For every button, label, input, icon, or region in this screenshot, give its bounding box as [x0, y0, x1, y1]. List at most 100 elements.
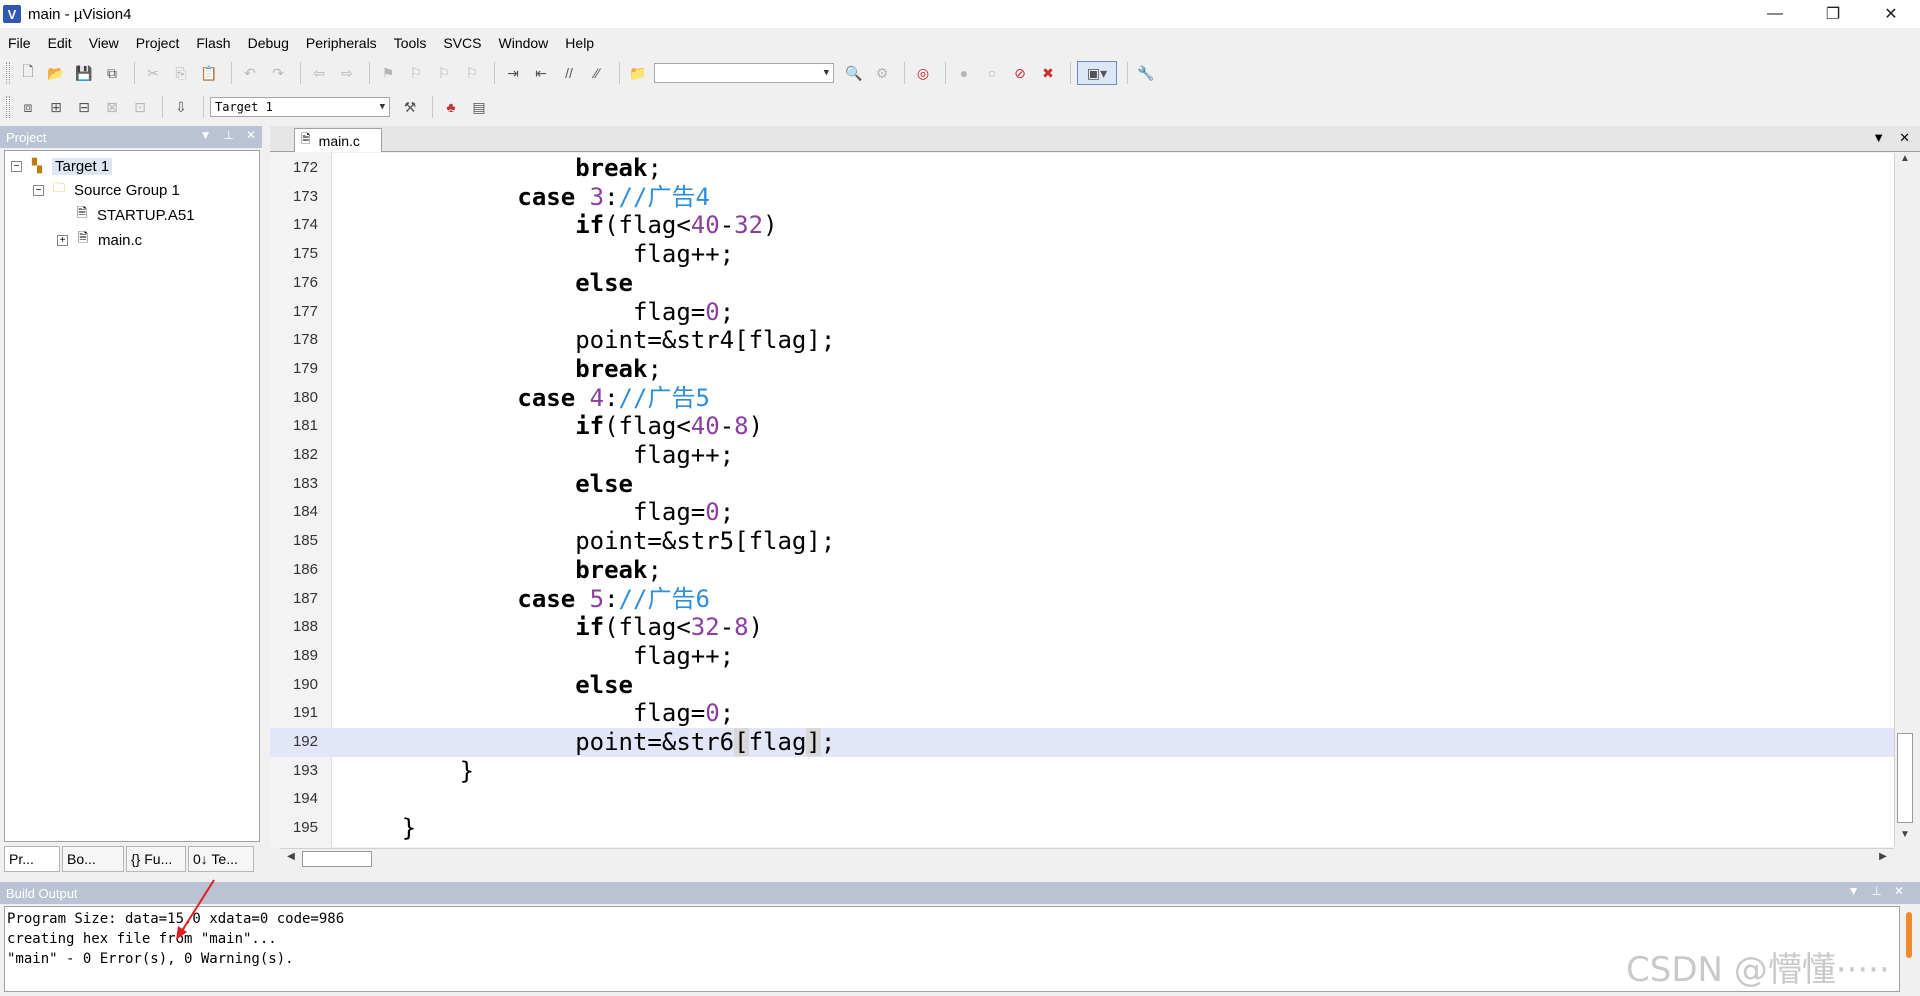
menu-view[interactable]: View — [89, 35, 119, 51]
prev-bookmark-icon[interactable]: ⚐ — [404, 61, 428, 85]
tree-item-target[interactable]: − ▚ Target 1 — [11, 155, 113, 177]
code-line[interactable]: 192 point=&str6[flag]; — [270, 728, 1894, 757]
code-line[interactable]: 174 if(flag<40-32) — [270, 211, 1894, 240]
chevron-down-icon[interactable]: ▼ — [380, 102, 385, 112]
close-icon[interactable]: ✕ — [1894, 884, 1904, 898]
window-layout-icon[interactable]: ▣▾ — [1077, 61, 1117, 85]
insert-breakpoint-icon[interactable]: ● — [952, 61, 976, 85]
tree-item-file[interactable]: + 🗎 main.c — [57, 229, 142, 251]
save-icon[interactable]: 💾 — [72, 61, 96, 85]
build-output-pane[interactable]: Program Size: data=15.0 xdata=0 code=986… — [4, 906, 1900, 992]
insert-bookmark-icon[interactable]: ⚑ — [376, 61, 400, 85]
tab-list-icon[interactable]: ▼ — [1872, 130, 1885, 146]
menu-tools[interactable]: Tools — [394, 35, 427, 51]
navigate-forward-icon[interactable]: ⇨ — [335, 61, 359, 85]
open-file-icon[interactable]: 📂 — [44, 61, 68, 85]
scroll-up-icon[interactable]: ▲ — [1895, 153, 1915, 171]
toolbar-grip[interactable] — [6, 96, 10, 118]
code-line[interactable]: 183 else — [270, 470, 1894, 499]
restore-button[interactable]: ❐ — [1804, 0, 1862, 28]
target-options-icon[interactable]: ⚒ — [398, 95, 422, 119]
tab-templates[interactable]: 0↓ Te... — [188, 846, 254, 872]
navigate-back-icon[interactable]: ⇦ — [307, 61, 331, 85]
incremental-find-icon[interactable]: ⚙ — [870, 61, 894, 85]
code-line[interactable]: 178 point=&str4[flag]; — [270, 326, 1894, 355]
new-file-icon[interactable]: 🗋 — [16, 61, 40, 85]
close-icon[interactable]: ✕ — [1899, 130, 1910, 146]
cut-icon[interactable]: ✂ — [141, 61, 165, 85]
disable-all-breakpoints-icon[interactable]: ⊘ — [1008, 61, 1032, 85]
code-line[interactable]: 181 if(flag<40-8) — [270, 412, 1894, 441]
code-line[interactable]: 177 flag=0; — [270, 298, 1894, 327]
undo-icon[interactable]: ↶ — [238, 61, 262, 85]
code-line[interactable]: 185 point=&str5[flag]; — [270, 527, 1894, 556]
debug-session-icon[interactable]: ◎ — [911, 61, 935, 85]
batch-build-icon[interactable]: ⊠ — [100, 95, 124, 119]
tree-item-source-group[interactable]: − 🗀 Source Group 1 — [33, 179, 180, 201]
close-button[interactable]: ✕ — [1862, 0, 1920, 28]
configure-icon[interactable]: 🔧 — [1134, 61, 1158, 85]
find-icon[interactable]: 🔍 — [842, 61, 866, 85]
target-select[interactable]: Target 1 ▼ — [210, 97, 390, 117]
menu-debug[interactable]: Debug — [248, 35, 289, 51]
paste-icon[interactable]: 📋 — [197, 61, 221, 85]
scroll-down-icon[interactable]: ▼ — [1895, 829, 1915, 847]
code-line[interactable]: 189 flag++; — [270, 642, 1894, 671]
uncomment-icon[interactable]: ⁄⁄ — [585, 61, 609, 85]
build-icon[interactable]: ⊞ — [44, 95, 68, 119]
collapse-toggle-icon[interactable]: − — [11, 160, 22, 172]
tab-books[interactable]: Bo... — [62, 846, 124, 872]
manage-components-icon[interactable]: ♣ — [439, 95, 463, 119]
menu-file[interactable]: File — [8, 35, 31, 51]
code-line[interactable]: 180 case 4://广告5 — [270, 384, 1894, 413]
find-in-files-icon[interactable]: 📁 — [626, 61, 650, 85]
code-line[interactable]: 187 case 5://广告6 — [270, 585, 1894, 614]
menu-help[interactable]: Help — [565, 35, 594, 51]
menu-peripherals[interactable]: Peripherals — [306, 35, 377, 51]
next-bookmark-icon[interactable]: ⚐ — [432, 61, 456, 85]
tab-project[interactable]: Pr... — [4, 846, 60, 872]
code-line[interactable]: 193 } — [270, 757, 1894, 786]
scroll-thumb[interactable] — [302, 851, 372, 867]
panel-menu-icon[interactable]: ▼ — [200, 128, 212, 142]
scroll-left-icon[interactable]: ◀ — [282, 851, 300, 867]
panel-menu-icon[interactable]: ▼ — [1848, 884, 1860, 898]
kill-all-breakpoints-icon[interactable]: ✖ — [1036, 61, 1060, 85]
editor-horizontal-scrollbar[interactable]: ◀ ▶ — [280, 848, 1894, 868]
collapse-toggle-icon[interactable]: − — [33, 184, 44, 196]
expand-toggle-icon[interactable]: + — [57, 234, 68, 246]
redo-icon[interactable]: ↷ — [266, 61, 290, 85]
menu-window[interactable]: Window — [499, 35, 549, 51]
stop-build-icon[interactable]: ⊡ — [128, 95, 152, 119]
menu-edit[interactable]: Edit — [48, 35, 72, 51]
pin-icon[interactable]: ⊥ — [1871, 884, 1881, 898]
tab-main-c[interactable]: 🗎 main.c — [294, 128, 382, 152]
menu-project[interactable]: Project — [136, 35, 180, 51]
code-line[interactable]: 182 flag++; — [270, 441, 1894, 470]
find-combo[interactable]: ▼ — [654, 63, 834, 83]
copy-icon[interactable]: ⎘ — [169, 61, 193, 85]
code-line[interactable]: 179 break; — [270, 355, 1894, 384]
indent-icon[interactable]: ⇥ — [501, 61, 525, 85]
enable-breakpoint-icon[interactable]: ○ — [980, 61, 1004, 85]
toolbar-grip[interactable] — [6, 62, 10, 84]
tab-functions[interactable]: {} Fu... — [126, 846, 186, 872]
scroll-thumb[interactable] — [1897, 733, 1913, 823]
select-packs-icon[interactable]: ▤ — [467, 95, 491, 119]
code-line[interactable]: 188 if(flag<32-8) — [270, 613, 1894, 642]
clear-bookmarks-icon[interactable]: ⚐ — [460, 61, 484, 85]
code-line[interactable]: 194 — [270, 785, 1894, 814]
scroll-right-icon[interactable]: ▶ — [1874, 851, 1892, 867]
editor-vertical-scrollbar[interactable]: ▲ ▼ — [1894, 153, 1914, 847]
translate-icon[interactable]: ⧈ — [16, 95, 40, 119]
save-all-icon[interactable]: ⧉ — [100, 61, 124, 85]
code-line[interactable]: 190 else — [270, 671, 1894, 700]
menu-svcs[interactable]: SVCS — [443, 35, 481, 51]
pin-icon[interactable]: ⊥ — [223, 128, 233, 142]
menu-flash[interactable]: Flash — [196, 35, 230, 51]
unindent-icon[interactable]: ⇤ — [529, 61, 553, 85]
code-line[interactable]: 195 } — [270, 814, 1894, 843]
code-line[interactable]: 172 break; — [270, 154, 1894, 183]
chevron-down-icon[interactable]: ▼ — [824, 68, 829, 78]
minimize-button[interactable]: — — [1746, 0, 1804, 28]
